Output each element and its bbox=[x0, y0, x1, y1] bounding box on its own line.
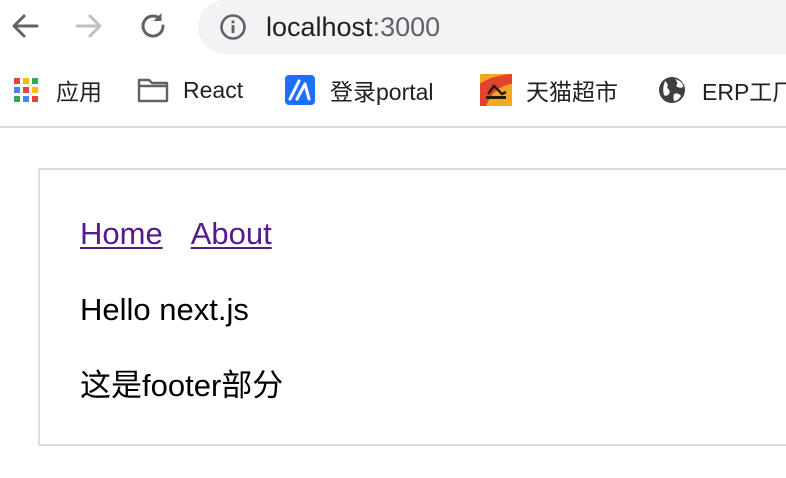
back-button[interactable] bbox=[4, 5, 46, 47]
bookmark-erp[interactable]: ERP工厂 bbox=[656, 72, 786, 108]
portal-logo-icon bbox=[285, 75, 315, 105]
bookmarks-bar: 应用 React 登录portal 天猫超市 ERP工厂 bbox=[0, 62, 786, 118]
reload-icon bbox=[141, 13, 165, 38]
bookmark-label: 天猫超市 bbox=[526, 79, 618, 105]
toolbar-divider bbox=[0, 126, 786, 128]
site-info-button[interactable] bbox=[218, 12, 248, 42]
bookmark-portal[interactable]: 登录portal bbox=[284, 72, 434, 108]
address-bar[interactable]: localhost:3000 bbox=[198, 0, 786, 54]
url-port: :3000 bbox=[372, 12, 441, 42]
arrow-left-icon bbox=[12, 14, 39, 38]
home-link[interactable]: Home bbox=[80, 216, 163, 251]
url-text[interactable]: localhost:3000 bbox=[266, 9, 440, 45]
bookmark-label: ERP工厂 bbox=[702, 79, 786, 105]
bookmark-label: React bbox=[183, 76, 244, 103]
info-icon bbox=[220, 14, 246, 40]
page-footer: 这是footer部分 bbox=[80, 368, 284, 403]
folder-icon bbox=[137, 78, 169, 103]
arrow-right-icon bbox=[75, 14, 102, 38]
bookmark-apps[interactable]: 应用 bbox=[10, 72, 102, 108]
page-nav: Home About bbox=[80, 214, 272, 254]
browser-toolbar: localhost:3000 bbox=[0, 0, 786, 54]
url-host: localhost bbox=[266, 12, 373, 42]
bookmark-tmall[interactable]: 天猫超市 bbox=[480, 72, 618, 108]
globe-icon bbox=[659, 77, 685, 103]
page-container: Home About Hello next.js 这是footer部分 bbox=[38, 168, 786, 446]
bookmark-react-folder[interactable]: React bbox=[137, 72, 243, 108]
reload-button[interactable] bbox=[132, 5, 174, 47]
forward-button[interactable] bbox=[68, 5, 110, 47]
page-content-text: Hello next.js bbox=[80, 292, 249, 327]
bookmark-label: 应用 bbox=[56, 79, 102, 105]
apps-grid-icon bbox=[14, 78, 38, 102]
about-link[interactable]: About bbox=[191, 216, 272, 251]
bookmark-label: 登录portal bbox=[330, 79, 434, 105]
tmall-logo-icon bbox=[480, 74, 512, 106]
